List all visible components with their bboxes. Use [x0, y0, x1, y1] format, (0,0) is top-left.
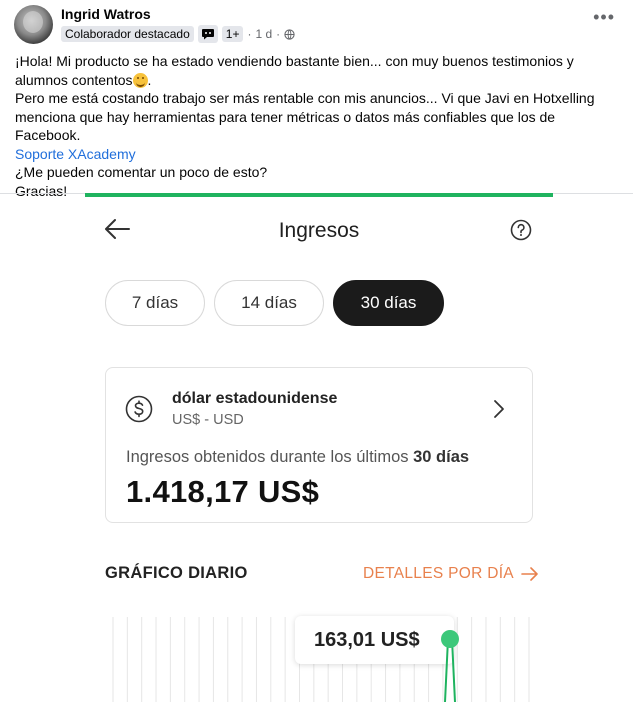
attached-screenshot[interactable]: Ingresos 7 días 14 días 30 días dólar es… — [85, 193, 553, 702]
currency-code: US$ - USD — [172, 412, 244, 428]
meta-separator: · — [276, 27, 281, 41]
daily-details-label[interactable]: DETALLES POR DÍA — [363, 565, 514, 583]
badge-count[interactable]: 1+ — [221, 26, 244, 42]
chart-series-line — [444, 638, 456, 702]
income-label-period: 30 días — [413, 448, 470, 466]
chart-point[interactable] — [441, 630, 459, 648]
smiling-face-emoji-icon — [132, 72, 148, 88]
chart-tooltip: 163,01 US$ — [295, 616, 454, 664]
post-body: ¡Hola! Mi producto se ha estado vendiend… — [15, 52, 623, 200]
screen-title: Ingresos — [278, 219, 360, 242]
post-line: ¿Me pueden comentar un poco de esto? — [15, 164, 268, 180]
chat-bubble-icon — [197, 25, 218, 43]
avatar[interactable] — [14, 5, 53, 44]
range-tab-14[interactable]: 14 días — [214, 280, 324, 326]
more-options-icon[interactable]: ••• — [593, 8, 615, 26]
currency-name: dólar estadounidense — [172, 390, 338, 407]
post-line-end: . — [147, 71, 152, 88]
income-value: 1.418,17 US$ — [126, 474, 320, 509]
range-tab-30[interactable]: 30 días — [333, 280, 444, 326]
top-contributor-badge: Colaborador destacado — [61, 26, 194, 42]
help-icon[interactable] — [510, 219, 532, 241]
mention-link[interactable]: Soporte XAcademy — [15, 146, 136, 162]
chevron-right-icon[interactable] — [492, 398, 506, 420]
tooltip-value: 163,01 US$ — [314, 628, 420, 651]
meta-separator: · — [247, 27, 252, 41]
accent-bar — [85, 193, 553, 197]
post-meta: Colaborador destacado 1+ · 1 d · — [61, 25, 295, 43]
post-line: ¡Hola! Mi producto se ha estado vendiend… — [15, 53, 574, 88]
dollar-circle-icon — [125, 395, 153, 423]
chart-section-title: GRÁFICO DIARIO — [105, 564, 248, 582]
income-label-prefix: Ingresos obtenidos durante los últimos — [126, 448, 409, 466]
income-label: Ingresos obtenidos durante los últimos 3… — [126, 448, 469, 467]
author-name[interactable]: Ingrid Watros — [61, 6, 151, 22]
range-tab-7[interactable]: 7 días — [105, 280, 205, 326]
currency-card[interactable]: dólar estadounidense US$ - USD Ingresos … — [105, 367, 533, 523]
chart-highlight — [441, 630, 459, 702]
daily-details-link[interactable]: DETALLES POR DÍA — [363, 565, 539, 583]
post-time[interactable]: 1 d — [255, 27, 272, 41]
arrow-right-icon[interactable] — [521, 567, 539, 581]
post-line: Pero me está costando trabajo ser más re… — [15, 90, 595, 143]
globe-icon — [284, 28, 295, 40]
